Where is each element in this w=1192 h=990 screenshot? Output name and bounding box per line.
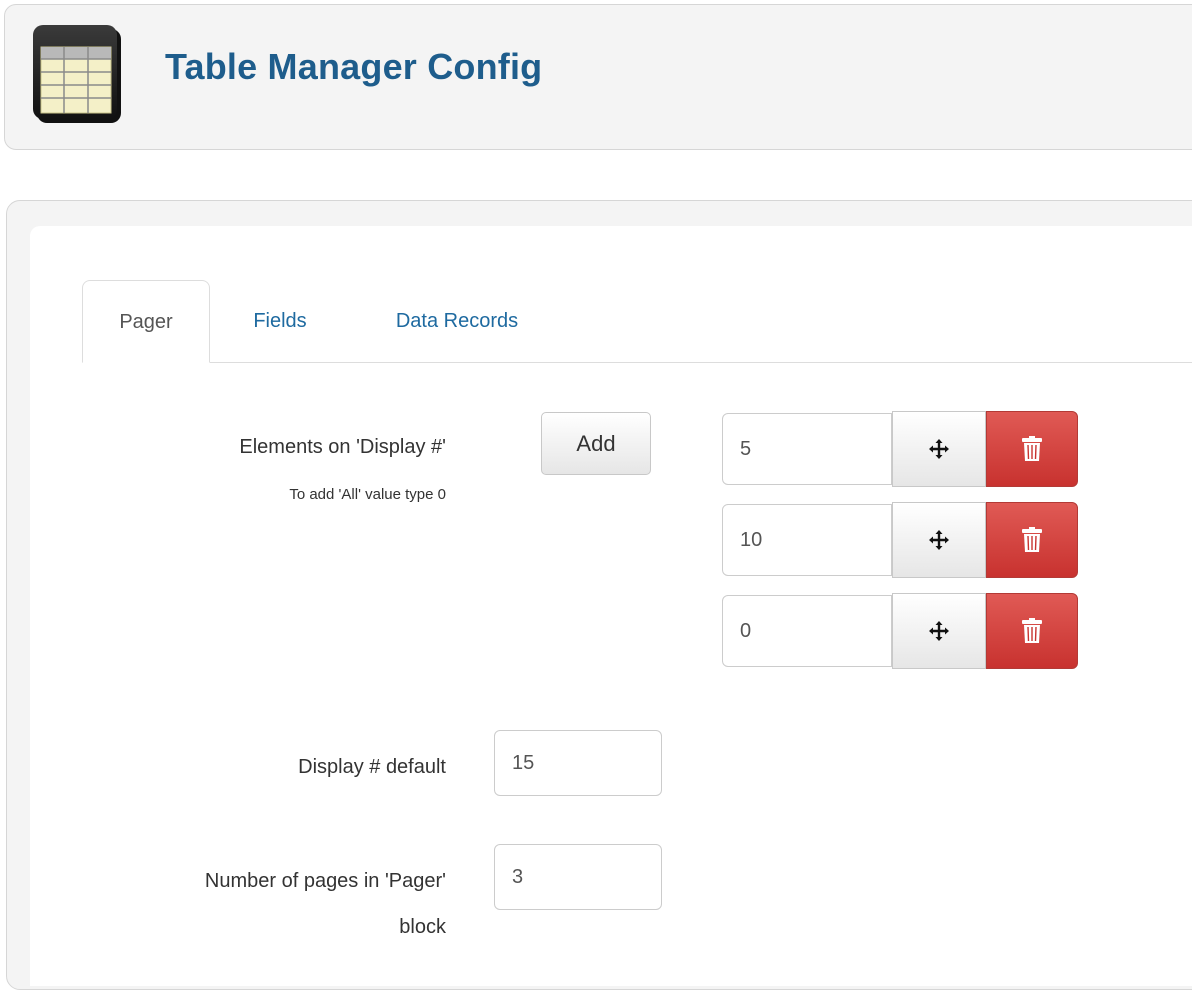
- elements-on-display-hint: To add 'All' value type 0: [289, 486, 446, 503]
- display-value-input[interactable]: [722, 595, 892, 667]
- move-arrows-icon: [929, 621, 949, 641]
- display-value-input[interactable]: [722, 504, 892, 576]
- move-button[interactable]: [892, 502, 986, 578]
- pages-in-pager-label-cont: block: [399, 916, 446, 938]
- trash-icon: [1022, 436, 1042, 461]
- tab-pager[interactable]: Pager: [82, 280, 210, 363]
- trash-icon: [1022, 527, 1042, 552]
- delete-button[interactable]: [986, 502, 1078, 578]
- move-arrows-icon: [929, 439, 949, 459]
- delete-button[interactable]: [986, 593, 1078, 669]
- add-button[interactable]: Add: [541, 412, 651, 475]
- move-arrows-icon: [929, 530, 949, 550]
- display-value-input[interactable]: [722, 413, 892, 485]
- page-title: Table Manager Config: [165, 46, 543, 87]
- tab-data-records[interactable]: Data Records: [362, 280, 552, 363]
- trash-icon: [1022, 618, 1042, 643]
- elements-on-display-label: Elements on 'Display #': [239, 436, 446, 458]
- move-button[interactable]: [892, 593, 986, 669]
- display-default-input[interactable]: [494, 730, 662, 796]
- tab-fields[interactable]: Fields: [232, 280, 328, 363]
- delete-button[interactable]: [986, 411, 1078, 487]
- pages-in-pager-input[interactable]: [494, 844, 662, 910]
- display-default-label: Display # default: [298, 756, 446, 778]
- move-button[interactable]: [892, 411, 986, 487]
- table-icon: [33, 25, 121, 123]
- pages-in-pager-label: Number of pages in 'Pager': [204, 870, 446, 892]
